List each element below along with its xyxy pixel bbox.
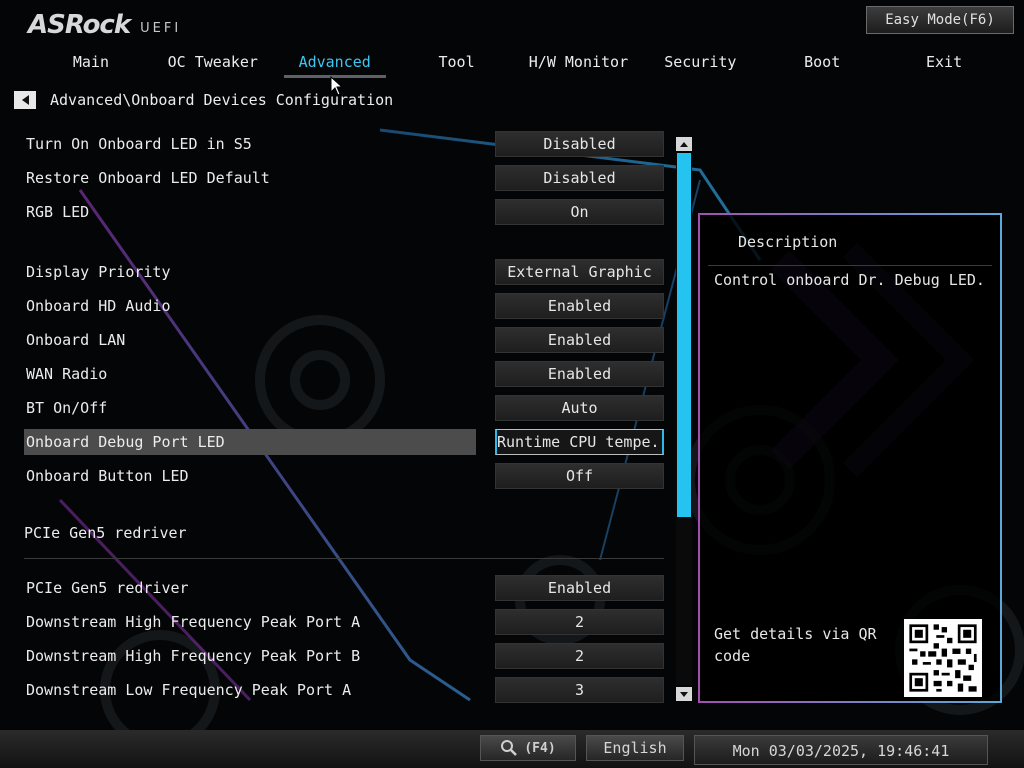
section-heading: PCIe Gen5 redriver	[24, 524, 187, 542]
breadcrumb: Advanced\Onboard Devices Configuration	[14, 90, 393, 110]
tab-security[interactable]: Security	[639, 50, 761, 78]
setting-label: PCIe Gen5 redriver	[26, 579, 189, 597]
description-panel: Description Control onboard Dr. Debug LE…	[698, 213, 1002, 703]
setting-value[interactable]: On	[495, 199, 664, 225]
back-arrow-icon[interactable]	[14, 91, 36, 109]
search-key-label: (F4)	[524, 740, 556, 756]
tab-oc-tweaker[interactable]: OC Tweaker	[152, 50, 274, 78]
setting-value[interactable]: Runtime CPU tempe...	[495, 429, 664, 455]
setting-label: Display Priority	[26, 263, 171, 281]
setting-value[interactable]: 2	[495, 643, 664, 669]
setting-value[interactable]: Enabled	[495, 575, 664, 601]
setting-value[interactable]: 3	[495, 677, 664, 703]
description-title: Description	[738, 233, 838, 251]
scrollbar-thumb[interactable]	[677, 153, 691, 517]
setting-label: Restore Onboard LED Default	[26, 169, 270, 187]
setting-label: BT On/Off	[26, 399, 108, 417]
description-text: Control onboard Dr. Debug LED.	[714, 271, 985, 289]
section-divider	[24, 558, 664, 559]
search-icon	[501, 740, 518, 756]
setting-label: WAN Radio	[26, 365, 108, 383]
datetime-display: Mon 03/03/2025, 19:46:41	[694, 735, 988, 765]
setting-label: Downstream High Frequency Peak Port A	[26, 613, 361, 631]
setting-label: RGB LED	[26, 203, 90, 221]
setting-value[interactable]: Auto	[495, 395, 664, 421]
tab-hw-monitor[interactable]: H/W Monitor	[518, 50, 640, 78]
language-button[interactable]: English	[586, 735, 684, 761]
tab-exit[interactable]: Exit	[883, 50, 1005, 78]
scroll-up-icon[interactable]	[676, 137, 692, 151]
breadcrumb-path: Advanced\Onboard Devices Configuration	[50, 91, 394, 109]
main-tabs: Main OC Tweaker Advanced Tool H/W Monito…	[30, 50, 1005, 78]
search-button[interactable]: (F4)	[480, 735, 576, 761]
brand-sub: UEFI	[140, 21, 182, 36]
setting-value[interactable]: Disabled	[495, 165, 664, 191]
setting-value[interactable]: Enabled	[495, 327, 664, 353]
qr-code-icon	[904, 619, 982, 697]
easy-mode-button[interactable]: Easy Mode(F6)	[866, 6, 1014, 34]
setting-label: Turn On Onboard LED in S5	[26, 135, 252, 153]
asrock-logo: ASRock UEFI	[28, 8, 181, 40]
setting-value[interactable]: Off	[495, 463, 664, 489]
setting-value[interactable]: Enabled	[495, 293, 664, 319]
tab-advanced[interactable]: Advanced	[274, 50, 396, 78]
description-divider	[708, 265, 992, 266]
setting-label: Onboard LAN	[26, 331, 126, 349]
qr-caption: Get details via QR code	[714, 625, 877, 665]
setting-label: Onboard HD Audio	[26, 297, 171, 315]
tab-tool[interactable]: Tool	[396, 50, 518, 78]
setting-label: Onboard Debug Port LED	[26, 433, 225, 451]
setting-label: Onboard Button LED	[26, 467, 189, 485]
setting-value[interactable]: Disabled	[495, 131, 664, 157]
setting-value[interactable]: External Graphic	[495, 259, 664, 285]
brand-name: ASRock	[28, 10, 131, 40]
setting-label: Downstream Low Frequency Peak Port A	[26, 681, 352, 699]
setting-value[interactable]: Enabled	[495, 361, 664, 387]
scroll-down-icon[interactable]	[676, 687, 692, 701]
setting-value[interactable]: 2	[495, 609, 664, 635]
tab-main[interactable]: Main	[30, 50, 152, 78]
tab-boot[interactable]: Boot	[761, 50, 883, 78]
setting-label: Downstream High Frequency Peak Port B	[26, 647, 361, 665]
